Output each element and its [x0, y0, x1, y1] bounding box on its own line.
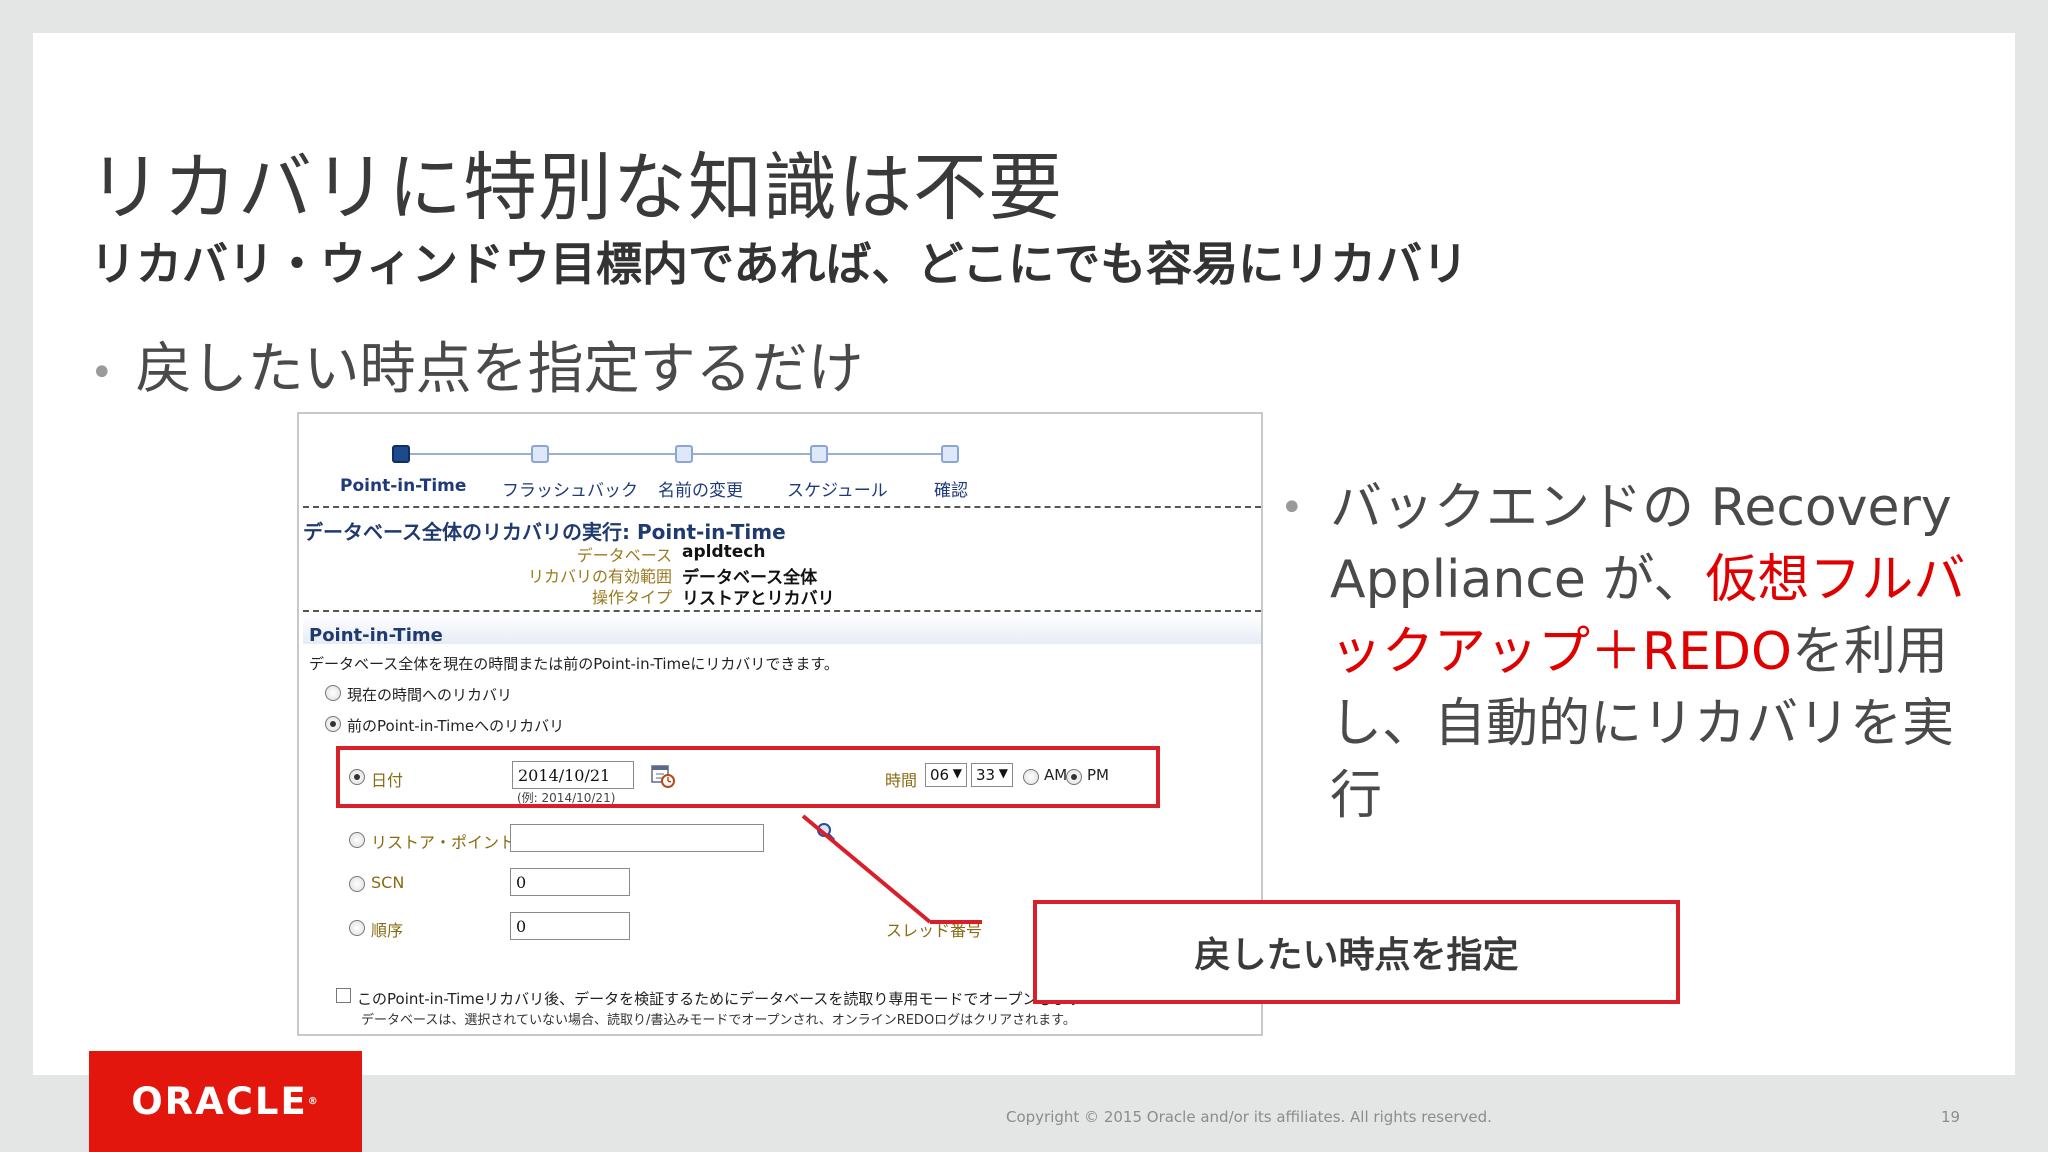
oracle-logo: ORACLE ®	[89, 1051, 362, 1152]
sequence-label: 順序	[371, 921, 404, 940]
wizard-step-1-label: Point-in-Time	[340, 476, 467, 496]
wizard-step-4-marker[interactable]	[810, 445, 828, 463]
pit-section-header: Point-in-Time	[309, 625, 443, 646]
bullet-point-1: • 戻したい時点を指定するだけ	[90, 324, 864, 405]
slide-title: リカバリに特別な知識は不要	[88, 145, 1063, 231]
callout-box: 戻したい時点を指定	[1033, 900, 1680, 1004]
bullet-2-text: バックエンドの Recovery Appliance が、仮想フルバックアップ＋…	[1330, 472, 1980, 832]
bullet-point-2: • バックエンドの Recovery Appliance が、仮想フルバックアッ…	[1280, 472, 1980, 832]
scn-input[interactable]: 0	[510, 868, 630, 896]
scn-label: SCN	[371, 873, 405, 892]
info-label-operation: 操作タイプ	[591, 588, 672, 607]
page-number: 19	[1941, 1108, 1961, 1126]
open-readonly-checkbox[interactable]	[336, 988, 351, 1003]
radio-recover-previous-label: 前のPoint-in-Timeへのリカバリ	[347, 717, 565, 735]
divider-top	[303, 506, 1261, 508]
wizard-step-5-marker[interactable]	[941, 445, 959, 463]
wizard-step-4-label: スケジュール	[787, 481, 888, 501]
bullet-dot-icon: •	[90, 349, 114, 396]
bullet-1-text: 戻したい時点を指定するだけ	[135, 337, 864, 402]
radio-recover-current[interactable]	[325, 685, 341, 701]
open-readonly-label: このPoint-in-Timeリカバリ後、データを検証するためにデータベースを読…	[357, 990, 1083, 1008]
info-value-operation: リストアとリカバリ	[682, 589, 835, 609]
thread-number-label: スレッド番号	[886, 921, 983, 940]
sequence-input[interactable]: 0	[510, 912, 630, 940]
radio-restore-point[interactable]	[349, 832, 365, 848]
wizard-step-3-label: 名前の変更	[658, 481, 743, 501]
wizard-step-5-label: 確認	[934, 481, 968, 501]
radio-recover-previous[interactable]	[325, 716, 341, 732]
copyright-notice: Copyright © 2015 Oracle and/or its affil…	[1006, 1108, 1492, 1126]
oracle-logo-text: ORACLE	[131, 1080, 308, 1123]
search-icon[interactable]	[815, 821, 837, 843]
radio-scn[interactable]	[349, 876, 365, 892]
section-band	[303, 614, 1261, 644]
callout-text: 戻したい時点を指定	[1194, 935, 1519, 976]
wizard-step-2-marker[interactable]	[531, 445, 549, 463]
radio-sequence[interactable]	[349, 920, 365, 936]
wizard-step-1-marker[interactable]	[392, 445, 410, 463]
open-readonly-note: データベースは、選択されていない場合、読取り/書込みモードでオープンされ、オンラ…	[361, 1013, 1076, 1028]
pit-description: データベース全体を現在の時間または前のPoint-in-Timeにリカバリできま…	[309, 655, 839, 673]
bullet-dot-icon: •	[1280, 485, 1304, 531]
wizard-step-3-marker[interactable]	[675, 445, 693, 463]
registered-mark: ®	[307, 1096, 320, 1107]
wizard-step-2-label: フラッシュバック	[502, 481, 638, 501]
slide-subtitle: リカバリ・ウィンドウ目標内であれば、どこにでも容易にリカバリ	[90, 237, 1469, 291]
date-highlight-frame	[336, 746, 1160, 808]
restore-point-label: リストア・ポイント	[371, 833, 516, 852]
section-title: データベース全体のリカバリの実行: Point-in-Time	[303, 520, 786, 544]
info-value-database: apldtech	[682, 542, 766, 562]
divider-middle	[303, 610, 1261, 612]
restore-point-input[interactable]	[510, 824, 764, 852]
radio-recover-current-label: 現在の時間へのリカバリ	[347, 686, 513, 704]
